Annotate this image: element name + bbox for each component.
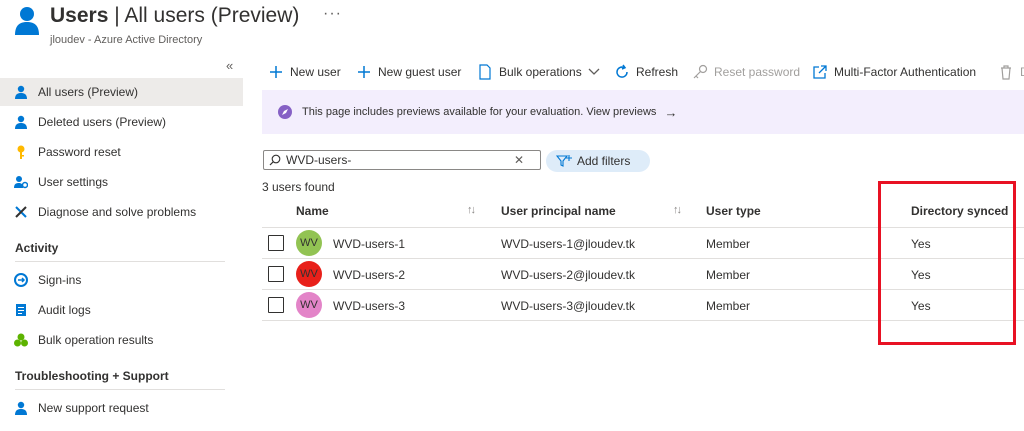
column-header-user-type[interactable]: User type xyxy=(706,204,761,218)
wrench-icon xyxy=(14,205,28,219)
refresh-button[interactable]: Refresh xyxy=(614,60,678,84)
collapse-sidebar-button[interactable]: « xyxy=(226,58,233,73)
user-type: Member xyxy=(706,299,751,313)
chevron-down-icon xyxy=(588,65,600,79)
row-checkbox[interactable] xyxy=(268,235,284,251)
sidebar-item-label: New support request xyxy=(38,401,149,415)
page-subtitle: jloudev - Azure Active Directory xyxy=(50,34,203,46)
sidebar-item-label: All users (Preview) xyxy=(38,85,139,99)
sidebar-item-sign-ins[interactable]: Sign-ins xyxy=(0,266,243,294)
new-user-button[interactable]: New user xyxy=(268,60,341,84)
sidebar-item-label: Password reset xyxy=(38,145,121,159)
user-name[interactable]: WVD-users-3 xyxy=(333,299,405,313)
divider xyxy=(15,389,225,390)
preview-banner[interactable]: This page includes previews available fo… xyxy=(262,90,1024,134)
sidebar-item-all-users[interactable]: All users (Preview) xyxy=(0,78,243,106)
add-filters-button[interactable]: Add filters xyxy=(546,150,650,172)
external-link-icon xyxy=(812,64,828,80)
user-principal-name: WVD-users-3@jloudev.tk xyxy=(501,299,635,313)
sort-icon[interactable]: ↑↓ xyxy=(673,204,682,216)
sidebar-item-label: Diagnose and solve problems xyxy=(38,205,197,219)
user-type: Member xyxy=(706,268,751,282)
trash-icon xyxy=(998,64,1014,80)
rocket-icon xyxy=(278,105,292,119)
delete-button[interactable]: D xyxy=(998,60,1024,84)
sign-in-icon xyxy=(14,273,28,287)
mfa-button[interactable]: Multi-Factor Authentication xyxy=(812,60,976,84)
row-checkbox[interactable] xyxy=(268,297,284,313)
results-count: 3 users found xyxy=(262,180,335,194)
avatar: WV xyxy=(296,230,322,256)
key-icon xyxy=(692,64,708,80)
refresh-icon xyxy=(614,64,630,80)
sidebar-item-new-support-request[interactable]: New support request xyxy=(0,394,243,422)
document-icon xyxy=(477,64,493,80)
bulk-operations-button[interactable]: Bulk operations xyxy=(477,60,600,84)
more-options-button[interactable]: ··· xyxy=(323,5,342,23)
filter-icon xyxy=(555,154,572,168)
sidebar-item-password-reset[interactable]: Password reset xyxy=(0,138,243,166)
search-box[interactable]: ✕ xyxy=(263,150,541,170)
user-icon xyxy=(14,115,28,129)
new-guest-user-button[interactable]: New guest user xyxy=(356,60,461,84)
users-page-icon xyxy=(14,6,40,36)
banner-text: This page includes previews available fo… xyxy=(302,106,657,118)
sort-icon[interactable]: ↑↓ xyxy=(467,204,476,216)
bulk-results-icon xyxy=(14,333,28,347)
user-name[interactable]: WVD-users-2 xyxy=(333,268,405,282)
page-title: Users | All users (Preview) xyxy=(50,4,300,27)
key-icon xyxy=(14,145,28,159)
plus-icon xyxy=(356,64,372,80)
column-header-upn[interactable]: User principal name xyxy=(501,204,616,218)
audit-log-icon xyxy=(14,303,28,317)
divider xyxy=(15,261,225,262)
avatar: WV xyxy=(296,292,322,318)
section-header-troubleshooting: Troubleshooting + Support xyxy=(15,369,169,383)
sidebar-item-label: Audit logs xyxy=(38,303,91,317)
user-principal-name: WVD-users-1@jloudev.tk xyxy=(501,237,635,251)
avatar: WV xyxy=(296,261,322,287)
user-name[interactable]: WVD-users-1 xyxy=(333,237,405,251)
user-type: Member xyxy=(706,237,751,251)
row-checkbox[interactable] xyxy=(268,266,284,282)
user-settings-icon xyxy=(14,175,28,189)
clear-search-icon[interactable]: ✕ xyxy=(514,153,524,167)
user-principal-name: WVD-users-2@jloudev.tk xyxy=(501,268,635,282)
sidebar-item-diagnose[interactable]: Diagnose and solve problems xyxy=(0,198,243,226)
sidebar-item-label: Sign-ins xyxy=(38,273,82,287)
search-input[interactable] xyxy=(286,153,516,167)
sidebar-item-label: Deleted users (Preview) xyxy=(38,115,167,129)
search-icon xyxy=(269,154,281,166)
arrow-right-icon: → xyxy=(664,104,678,120)
user-icon xyxy=(14,85,28,99)
plus-icon xyxy=(268,64,284,80)
highlight-box xyxy=(878,181,1016,345)
reset-password-button[interactable]: Reset password xyxy=(692,60,800,84)
support-icon xyxy=(14,401,28,415)
sidebar-item-bulk-results[interactable]: Bulk operation results xyxy=(0,326,243,354)
column-header-name[interactable]: Name xyxy=(296,204,329,218)
sidebar-item-audit-logs[interactable]: Audit logs xyxy=(0,296,243,324)
sidebar-item-deleted-users[interactable]: Deleted users (Preview) xyxy=(0,108,243,136)
sidebar-item-user-settings[interactable]: User settings xyxy=(0,168,243,196)
sidebar-item-label: Bulk operation results xyxy=(38,333,154,347)
sidebar-item-label: User settings xyxy=(38,175,109,189)
section-header-activity: Activity xyxy=(15,241,59,255)
